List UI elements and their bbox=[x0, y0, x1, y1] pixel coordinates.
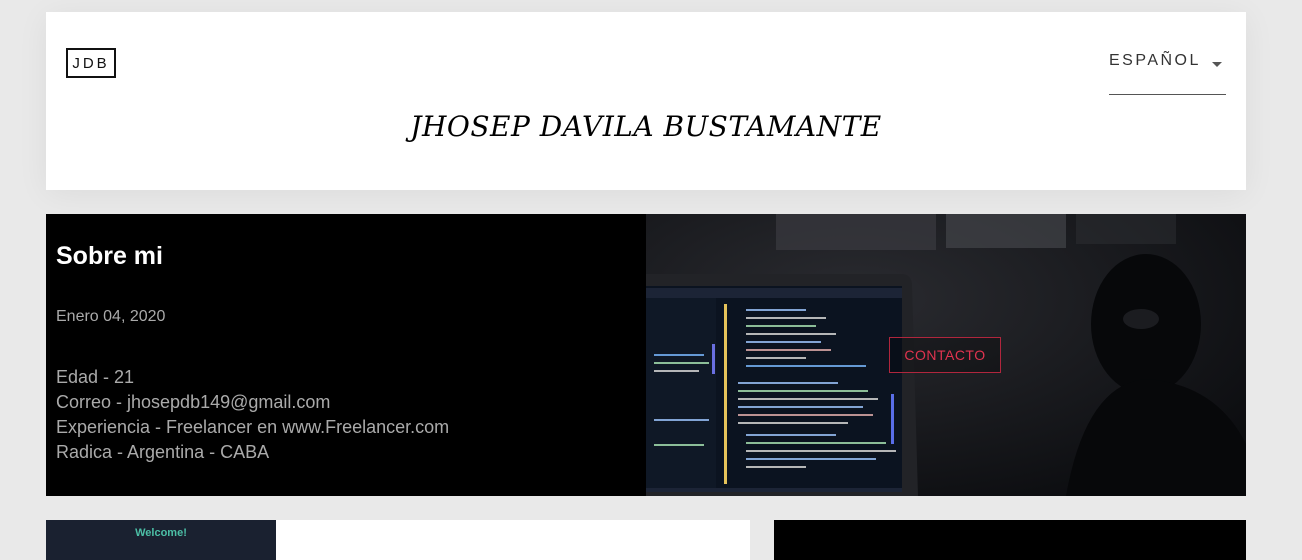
about-title: Sobre mi bbox=[56, 242, 163, 270]
site-logo[interactable]: JDB bbox=[66, 48, 116, 78]
info-experience: Experiencia - Freelancer en www.Freelanc… bbox=[56, 417, 450, 437]
info-email: Correo - jhosepdb149@gmail.com bbox=[56, 392, 331, 412]
welcome-card[interactable]: Welcome! bbox=[46, 520, 750, 560]
language-label: ESPAÑOL bbox=[1109, 52, 1201, 69]
about-text-panel: Sobre mi Enero 04, 2020 Edad - 21 Correo… bbox=[46, 214, 646, 496]
contact-button[interactable]: CONTACTO bbox=[889, 337, 1001, 373]
laptop-code-image: CONTACTO bbox=[646, 214, 1246, 496]
site-title: JHOSEP DAVILA BUSTAMANTE bbox=[410, 110, 882, 143]
language-selector[interactable]: ESPAÑOL bbox=[1109, 52, 1226, 95]
info-age: Edad - 21 bbox=[56, 367, 135, 387]
chevron-down-icon bbox=[1212, 62, 1222, 67]
welcome-label: Welcome! bbox=[135, 527, 187, 539]
about-info-list: Edad - 21 Correo - jhosepdb149@gmail.com… bbox=[56, 365, 449, 465]
welcome-thumbnail: Welcome! bbox=[46, 520, 276, 560]
about-date: Enero 04, 2020 bbox=[56, 308, 166, 325]
site-header: JDB ESPAÑOL JHOSEP DAVILA BUSTAMANTE bbox=[46, 12, 1246, 190]
info-location: Radica - Argentina - CABA bbox=[56, 442, 270, 462]
dark-card[interactable] bbox=[774, 520, 1246, 560]
about-section: Sobre mi Enero 04, 2020 Edad - 21 Correo… bbox=[46, 214, 1246, 496]
